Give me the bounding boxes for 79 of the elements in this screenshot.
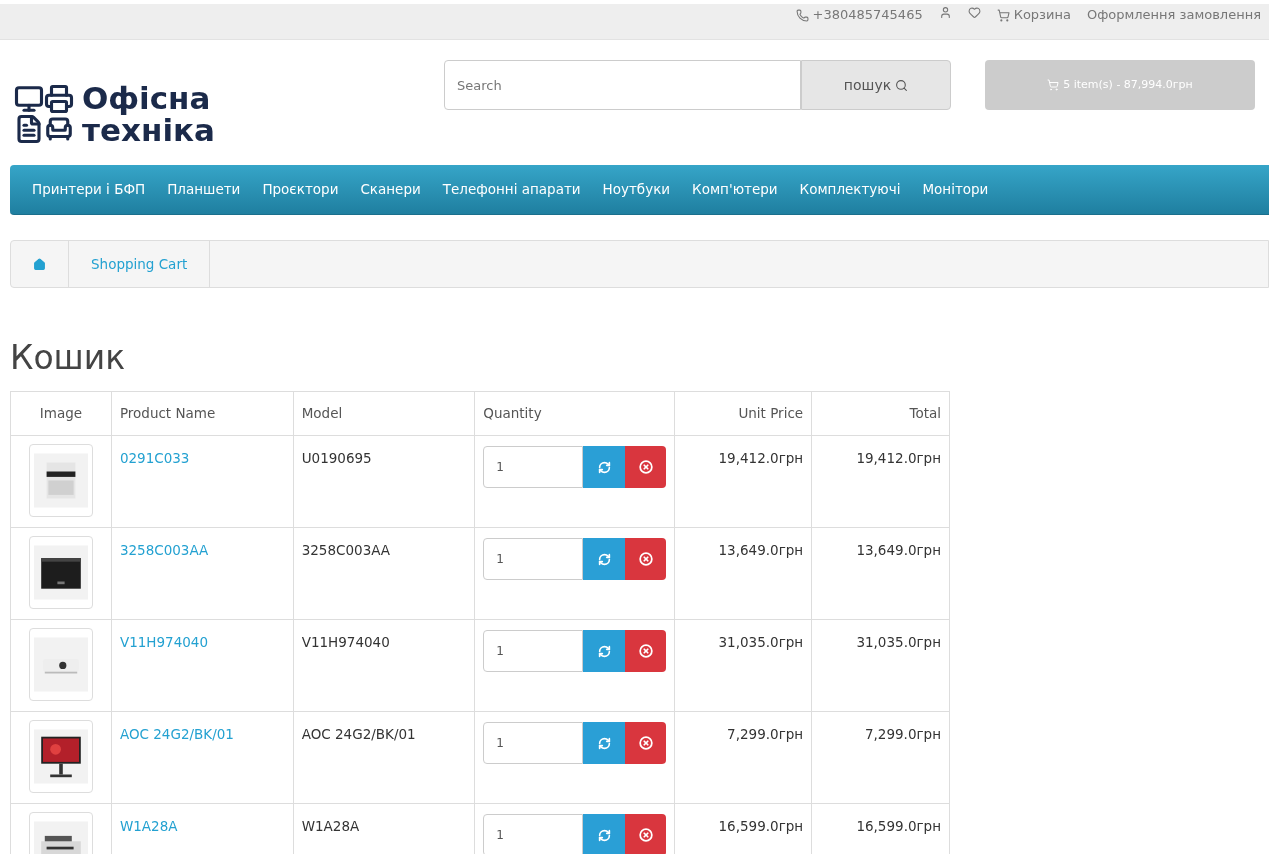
total-price: 19,412.0грн (856, 450, 941, 466)
model-text: W1A28A (301, 818, 360, 834)
user-icon[interactable] (938, 6, 952, 19)
remove-icon (638, 828, 653, 842)
update-button[interactable] (583, 538, 626, 580)
column-header: Model (293, 391, 475, 436)
quantity-field[interactable]: 1 (483, 538, 584, 580)
heart-icon[interactable] (967, 6, 981, 19)
refresh-icon (597, 460, 611, 474)
nav-link[interactable]: Монітори (922, 179, 989, 200)
product-link[interactable]: V11H974040 (119, 634, 208, 650)
model-text: U0190695 (301, 450, 372, 466)
phone-icon[interactable] (795, 8, 809, 22)
cart-icon[interactable] (996, 8, 1010, 22)
remove-button[interactable] (625, 630, 667, 672)
product-thumbnail[interactable] (28, 536, 93, 609)
quantity-field[interactable]: 1 (483, 722, 584, 764)
total-price: 13,649.0грн (856, 542, 941, 558)
nav-link[interactable]: Комплектуючі (799, 179, 901, 200)
logo-icon (14, 83, 74, 144)
nav-link[interactable]: Проєктори (262, 179, 339, 200)
unit-price: 13,649.0грн (718, 542, 804, 558)
unit-price: 16,599.0грн (718, 818, 804, 834)
remove-icon (638, 552, 653, 566)
refresh-icon (597, 736, 611, 750)
model-text: V11H974040 (301, 634, 390, 650)
remove-button[interactable] (625, 538, 667, 580)
unit-price: 19,412.0грн (718, 450, 804, 466)
remove-button[interactable] (625, 722, 667, 764)
model-text: AOC 24G2/BK/01 (301, 726, 416, 742)
product-link[interactable]: 0291C033 (119, 450, 190, 466)
refresh-icon (597, 828, 611, 842)
nav-link[interactable]: Принтери і БФП (32, 179, 146, 200)
total-price: 7,299.0грн (864, 726, 941, 742)
refresh-icon (597, 552, 611, 566)
nav-link[interactable]: Планшети (167, 179, 241, 200)
total-price: 31,035.0грн (856, 634, 941, 650)
column-header: Product Name (111, 391, 294, 436)
product-link[interactable]: 3258C003AA (119, 542, 209, 558)
total-price: 16,599.0грн (856, 818, 941, 834)
remove-icon (638, 644, 653, 658)
cart-icon (1047, 79, 1060, 91)
top-link[interactable]: Оформлення замовлення (1086, 6, 1261, 24)
refresh-icon (597, 644, 611, 658)
search-field[interactable]: Search (444, 60, 801, 110)
unit-price: 31,035.0грн (718, 634, 804, 650)
update-button[interactable] (583, 630, 626, 672)
nav-link[interactable]: Комп'ютери (692, 179, 778, 200)
quantity-field[interactable]: 1 (483, 446, 584, 488)
product-thumbnail[interactable] (28, 628, 93, 701)
product-link[interactable]: AOC 24G2/BK/01 (119, 726, 234, 742)
search-icon (895, 78, 909, 92)
product-link[interactable]: W1A28A (119, 818, 178, 834)
nav-link[interactable]: Ноутбуки (602, 179, 671, 200)
page-heading: Кошик (10, 338, 127, 378)
quantity-field[interactable]: 1 (483, 630, 584, 672)
update-button[interactable] (583, 446, 626, 488)
search-button[interactable]: пошук (801, 60, 951, 110)
column-header: Image (10, 391, 112, 436)
remove-button[interactable] (625, 446, 667, 488)
product-thumbnail[interactable] (28, 720, 93, 793)
logo-text: Офісна (82, 81, 212, 114)
update-button[interactable] (583, 814, 626, 854)
nav-link[interactable]: Сканери (360, 179, 421, 200)
top-link[interactable]: Корзина (1013, 6, 1071, 24)
remove-icon (638, 460, 653, 474)
unit-price: 7,299.0грн (727, 726, 804, 742)
product-thumbnail[interactable] (28, 444, 93, 517)
nav-link[interactable]: Телефонні апарати (442, 179, 581, 200)
remove-icon (638, 736, 653, 750)
breadcrumb-link[interactable]: Shopping Cart (68, 241, 211, 287)
column-header: Total (811, 391, 950, 436)
column-header: Quantity (474, 391, 675, 436)
column-header: Unit Price (674, 391, 812, 436)
remove-button[interactable] (625, 814, 667, 854)
home-icon[interactable] (33, 257, 46, 271)
top-link[interactable]: +380485745465 (812, 6, 923, 24)
model-text: 3258C003AA (301, 542, 391, 558)
update-button[interactable] (583, 722, 626, 764)
